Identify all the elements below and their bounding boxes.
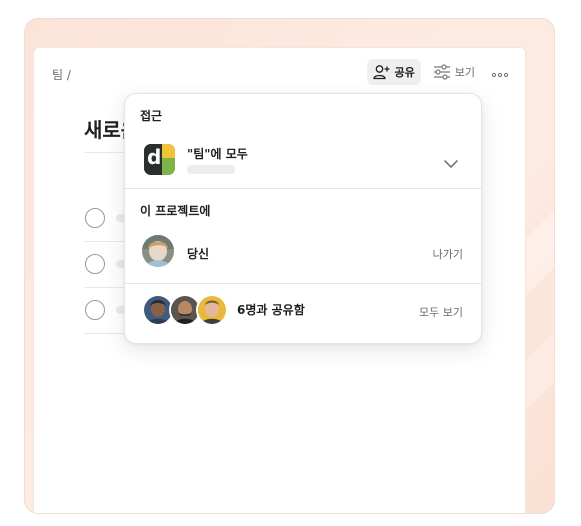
chevron-down-icon[interactable] bbox=[443, 154, 459, 173]
avatar bbox=[142, 235, 174, 267]
breadcrumb[interactable]: 팀 / bbox=[52, 66, 71, 83]
team-access-sub-placeholder bbox=[187, 165, 235, 174]
task-checkbox[interactable] bbox=[85, 208, 105, 228]
access-section-title: 접근 bbox=[140, 109, 163, 123]
view-button[interactable]: 보기 bbox=[427, 59, 481, 85]
divider bbox=[125, 283, 481, 284]
team-logo: d bbox=[144, 144, 175, 175]
view-all-button[interactable]: 모두 보기 bbox=[419, 304, 463, 320]
leave-button[interactable]: 나가기 bbox=[433, 246, 463, 262]
sliders-icon bbox=[433, 64, 451, 80]
member-name: 당신 bbox=[187, 247, 210, 261]
view-button-label: 보기 bbox=[454, 66, 475, 79]
project-section-title: 이 프로젝트에 bbox=[140, 204, 211, 218]
more-options-button[interactable] bbox=[487, 59, 513, 85]
task-checkbox[interactable] bbox=[85, 254, 105, 274]
share-button[interactable]: 공유 bbox=[366, 59, 421, 85]
divider bbox=[125, 188, 481, 189]
shared-with-count: 6명과 공유함 bbox=[237, 303, 305, 317]
share-button-label: 공유 bbox=[394, 66, 415, 79]
task-checkbox[interactable] bbox=[85, 300, 105, 320]
team-access-label: "팀"에 모두 bbox=[187, 147, 248, 161]
add-person-icon bbox=[372, 64, 391, 80]
avatar bbox=[196, 294, 228, 326]
more-horizontal-icon bbox=[491, 63, 509, 82]
share-popover: 접근 d "팀"에 모두 이 프로젝트에 당신 나가기 6명과 공유함 모두 보… bbox=[124, 93, 482, 344]
toolbar: 공유 보기 bbox=[366, 59, 514, 85]
